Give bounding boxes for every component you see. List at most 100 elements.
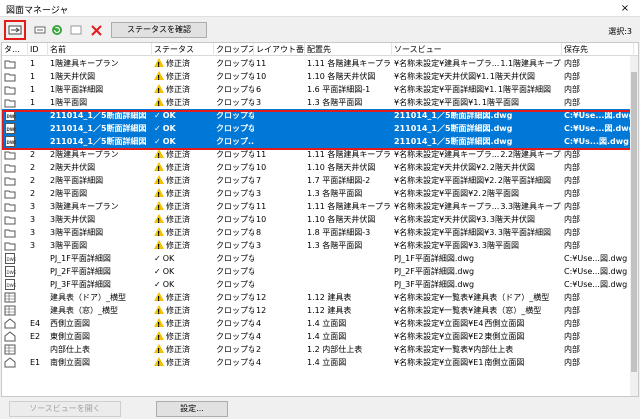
col-type-header[interactable]: タ… — [2, 43, 28, 56]
col-crop-cell: クロップなし — [216, 319, 254, 328]
table-row[interactable]: 2 2階天井伏図 修正済 クロップなし10 1.10 各階天井伏図 ¥名称未設定¥天井伏図… — [2, 161, 638, 174]
col-layout-cell — [254, 122, 305, 135]
col-save-to-cell: 内部 — [564, 150, 580, 159]
col-save-to-cell: C:¥Use...図.dwg — [564, 267, 628, 276]
delete-icon[interactable] — [86, 21, 106, 39]
table-row[interactable]: 3 3階建具キープラン 修正済 クロップなし11 1.11 各階建具キープラン¥名称未設… — [2, 200, 638, 213]
col-status-cell: 修正済 — [152, 343, 214, 356]
check-icon: ✓ — [154, 254, 161, 263]
table-row[interactable]: 2 2階建具キープラン 修正済 クロップなし11 1.11 各階建具キープラン¥名称未設… — [2, 148, 638, 161]
source-path: ¥名称未設定¥平面詳細図¥2. — [394, 176, 497, 185]
warning-icon — [154, 175, 164, 187]
col-id-cell — [28, 278, 48, 291]
table-row[interactable]: DWGPJ_3F平面詳細図✓OKクロップなしPJ_3F平面詳細図.dwgC:¥U… — [2, 278, 638, 291]
floor-plan-icon — [2, 83, 28, 96]
source-path: ¥名称未設定¥平面詳細図¥1. — [394, 85, 497, 94]
col-id-header[interactable]: ID — [28, 43, 48, 56]
col-source-view-cell: ¥名称未設定¥平面詳細図¥2.2階平面詳細図 — [392, 174, 562, 187]
col-placement-cell — [305, 135, 392, 148]
col-layout-cell: 2 — [256, 345, 262, 354]
col-id-cell — [28, 343, 48, 356]
table-row[interactable]: 2 2階平面詳細図 修正済 クロップなし7 1.7 平面詳細図-2 ¥名称未設定¥平面詳細… — [2, 174, 638, 187]
source-view-name: 南側立面図 — [484, 358, 525, 367]
status-text: 修正済 — [166, 98, 190, 107]
table-row[interactable]: DWGPJ_1F平面詳細図✓OKクロップなしPJ_1F平面詳細図.dwgC:¥U… — [2, 252, 638, 265]
col-name-header[interactable]: 名前 — [48, 43, 152, 56]
col-status-header[interactable]: ステータス — [152, 43, 214, 56]
col-name-cell: 建具表（ドア）_横型 — [50, 293, 126, 302]
col-name-cell: PJ_3F平面詳細図 — [50, 280, 111, 289]
col-layout-cell: 12 — [256, 293, 267, 302]
table-row[interactable]: DWG211014_1／5断面詳細図✓OKクロップなし211014_1／5断面詳… — [2, 109, 638, 122]
col-layout-header[interactable]: レイアウト番号 — [254, 43, 305, 56]
status-text: OK — [162, 124, 176, 133]
col-save-to-header[interactable]: 保存先 — [562, 43, 634, 56]
source-path: ¥名称未設定¥建具キープラ... — [394, 59, 500, 68]
source-path: ¥名称未設定¥建具キープラ... — [394, 150, 500, 159]
table-row[interactable]: 建具表（窓）_横型 修正済 クロップなし12 1.12 建具表 ¥名称未設定¥一覧表¥建… — [2, 304, 638, 317]
col-crop-cell: クロップなし — [216, 306, 254, 315]
status-text: 修正済 — [166, 293, 190, 302]
svg-text:DWG: DWG — [7, 114, 17, 119]
col-layout-cell — [254, 265, 305, 278]
scroll-thumb[interactable] — [631, 72, 637, 372]
col-name-cell: PJ_2F平面詳細図 — [50, 267, 111, 276]
col-crop-header[interactable]: クロップス… — [214, 43, 254, 56]
col-placement-cell: 1.8 平面詳細図-3 — [307, 228, 371, 237]
open-source-view-button[interactable]: ソースビューを開く — [9, 401, 121, 417]
table-row[interactable]: 11階平面図修正済クロップなし31.3 各階平面図¥名称未設定¥平面図¥1.1階… — [2, 96, 638, 109]
col-status-cell: 修正済 — [152, 291, 214, 304]
table-row[interactable]: DWG211014_1／5断面詳細図✓OKクロップなし211014_1／5断面詳… — [2, 122, 638, 135]
check-status-button[interactable]: ステータスを確認 — [111, 22, 207, 38]
col-placement-header[interactable]: 配置先 — [305, 43, 392, 56]
col-placement-cell: 1.3 各階平面図 — [307, 189, 363, 198]
col-status-cell: 修正済 — [152, 226, 214, 239]
table-row[interactable]: 内部仕上表 修正済 クロップなし2 1.2 内部仕上表 ¥名称未設定¥一覧表¥内部仕上表… — [2, 343, 638, 356]
col-layout-cell: 3 — [256, 241, 262, 250]
table-row[interactable]: 33階平面図修正済クロップなし31.3 各階平面図¥名称未設定¥平面図¥3.3階… — [2, 239, 638, 252]
col-status-cell: 修正済 — [152, 57, 214, 70]
table-row[interactable]: 1 1階平面詳細図 修正済 クロップなし6 1.6 平面詳細図-1 ¥名称未設定¥平面詳細… — [2, 83, 638, 96]
table-row[interactable]: E4西側立面図修正済クロップなし41.4 立面図¥名称未設定¥立面図¥E4西側立… — [2, 317, 638, 330]
table-row[interactable]: E2東側立面図修正済クロップなし41.4 立面図¥名称未設定¥立面図¥E2東側立… — [2, 330, 638, 343]
table-row[interactable]: 1 1階建具キープラン 修正済 クロップなし11 1.11 各階建具キープラン¥名称未設… — [2, 57, 638, 70]
vertical-scrollbar[interactable] — [630, 56, 638, 396]
col-name-cell: 2階天井伏図 — [50, 163, 96, 172]
table-row[interactable]: DWG211014_1／5断面詳細図✓OKクロップ...211014_1／5断面… — [2, 135, 638, 148]
col-name-cell: 西側立面図 — [50, 319, 90, 328]
table-row[interactable]: 22階平面図修正済クロップなし31.3 各階平面図¥名称未設定¥平面図¥2.2階… — [2, 187, 638, 200]
update-link-icon[interactable] — [4, 20, 26, 40]
close-button[interactable]: × — [610, 0, 640, 17]
drawing-list: タ…ID名前ステータスクロップス…レイアウト番号配置先ソースビュー保存先 1 1階… — [1, 42, 639, 397]
table-row[interactable]: 3 3階平面詳細図 修正済 クロップなし8 1.8 平面詳細図-3 ¥名称未設定¥平面詳細… — [2, 226, 638, 239]
col-save-to-cell: 内部 — [564, 189, 580, 198]
table-row[interactable]: E1南側立面図修正済クロップなし41.4 立面図¥名称未設定¥立面図¥E1南側立… — [2, 356, 638, 369]
warning-icon — [154, 201, 164, 213]
col-source-view-cell: PJ_3F平面詳細図.dwg — [394, 280, 475, 289]
warning-icon — [154, 240, 164, 252]
col-status-cell: ✓ OK — [152, 109, 214, 122]
warning-icon — [154, 97, 164, 109]
status-text: 修正済 — [166, 332, 190, 341]
settings-button[interactable]: 設定... — [156, 401, 228, 417]
col-status-cell: 修正済 — [152, 317, 214, 330]
table-row[interactable]: DWGPJ_2F平面詳細図✓OKクロップなしPJ_2F平面詳細図.dwgC:¥U… — [2, 265, 638, 278]
col-id-cell — [28, 122, 48, 135]
col-name-cell: 3階天井伏図 — [50, 215, 96, 224]
col-source-view-header[interactable]: ソースビュー — [392, 43, 562, 56]
col-source-view-cell: 211014_1／5断面詳細図.dwg — [394, 111, 513, 120]
table-row[interactable]: 建具表（ドア）_横型 修正済 クロップなし12 1.12 建具表 ¥名称未設定¥一覧表¥… — [2, 291, 638, 304]
table-row[interactable]: 3 3階天井伏図 修正済 クロップなし10 1.10 各階天井伏図 ¥名称未設定¥天井伏図… — [2, 213, 638, 226]
table-row[interactable]: 1 1階天井伏図 修正済 クロップなし10 1.10 各階天井伏図 ¥名称未設定¥天井伏図… — [2, 70, 638, 83]
warning-icon — [154, 227, 164, 239]
source-view-name: 1階天井伏図 — [489, 72, 535, 81]
elevation-icon — [2, 356, 28, 369]
blank-sheet-icon[interactable] — [66, 21, 86, 39]
refresh-icon[interactable] — [47, 21, 67, 39]
col-placement-cell: 1.10 各階天井伏図 — [307, 163, 376, 172]
col-id-cell: 3 — [30, 215, 36, 224]
svg-text:DWG: DWG — [7, 127, 17, 132]
col-id-cell: 3 — [30, 202, 36, 211]
col-save-to-cell: 内部 — [564, 241, 580, 250]
col-placement-cell: 1.3 各階平面図 — [307, 98, 363, 107]
